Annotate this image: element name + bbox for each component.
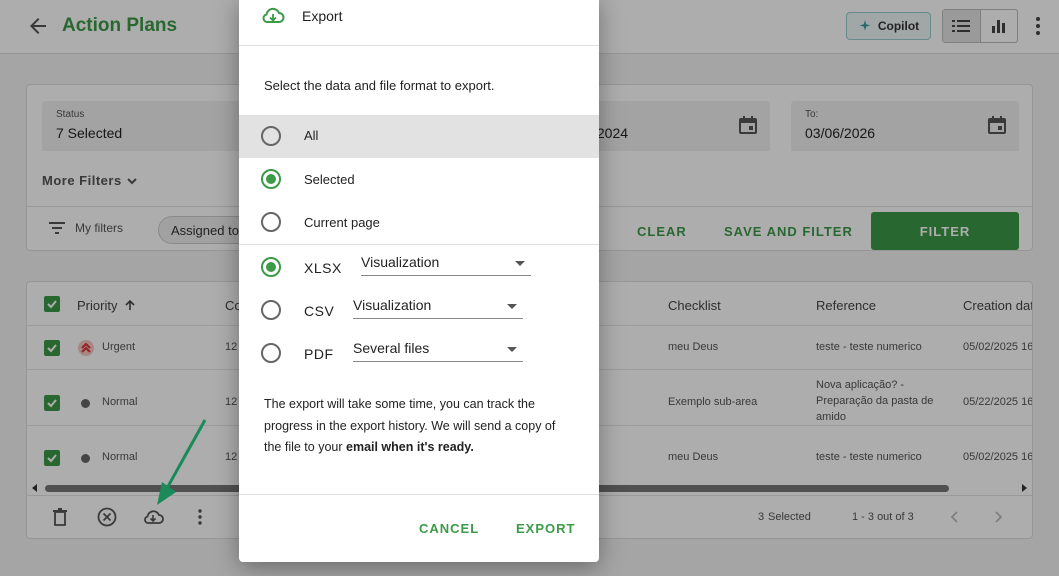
dropdown-caret-icon	[515, 261, 525, 266]
export-dialog: Export Select the data and file format t…	[239, 0, 599, 562]
dialog-header: Export	[239, 0, 599, 46]
csv-option-select[interactable]: Visualization	[353, 297, 523, 319]
cloud-download-icon	[262, 7, 285, 23]
option-label: Selected	[304, 172, 355, 187]
scope-option-all[interactable]: All	[239, 115, 599, 158]
radio-current-page[interactable]	[261, 212, 281, 232]
scope-option-current-page[interactable]: Current page	[239, 201, 599, 244]
divider	[239, 244, 599, 245]
notice-bold: email when it's ready.	[346, 440, 474, 454]
export-notice: The export will take some time, you can …	[264, 394, 576, 459]
cancel-button[interactable]: CANCEL	[419, 521, 479, 536]
dialog-description: Select the data and file format to expor…	[264, 78, 495, 93]
option-label: All	[304, 128, 319, 143]
export-button[interactable]: EXPORT	[516, 521, 575, 536]
radio-pdf[interactable]	[261, 343, 281, 363]
radio-csv[interactable]	[261, 300, 281, 320]
dropdown-caret-icon	[507, 304, 517, 309]
select-value: Visualization	[353, 297, 432, 313]
radio-all[interactable]	[261, 126, 281, 146]
divider	[239, 494, 599, 495]
option-label: Current page	[304, 215, 380, 230]
dialog-title: Export	[302, 8, 343, 24]
pdf-option-select[interactable]: Several files	[353, 340, 523, 362]
xlsx-option-select[interactable]: Visualization	[361, 254, 531, 276]
format-label-pdf: PDF	[304, 346, 334, 362]
format-label-xlsx: XLSX	[304, 260, 342, 276]
scope-option-selected[interactable]: Selected	[239, 158, 599, 201]
dropdown-caret-icon	[507, 347, 517, 352]
select-value: Several files	[353, 340, 430, 356]
radio-xlsx[interactable]	[261, 257, 281, 277]
format-label-csv: CSV	[304, 303, 335, 319]
radio-selected[interactable]	[261, 169, 281, 189]
select-value: Visualization	[361, 254, 440, 270]
